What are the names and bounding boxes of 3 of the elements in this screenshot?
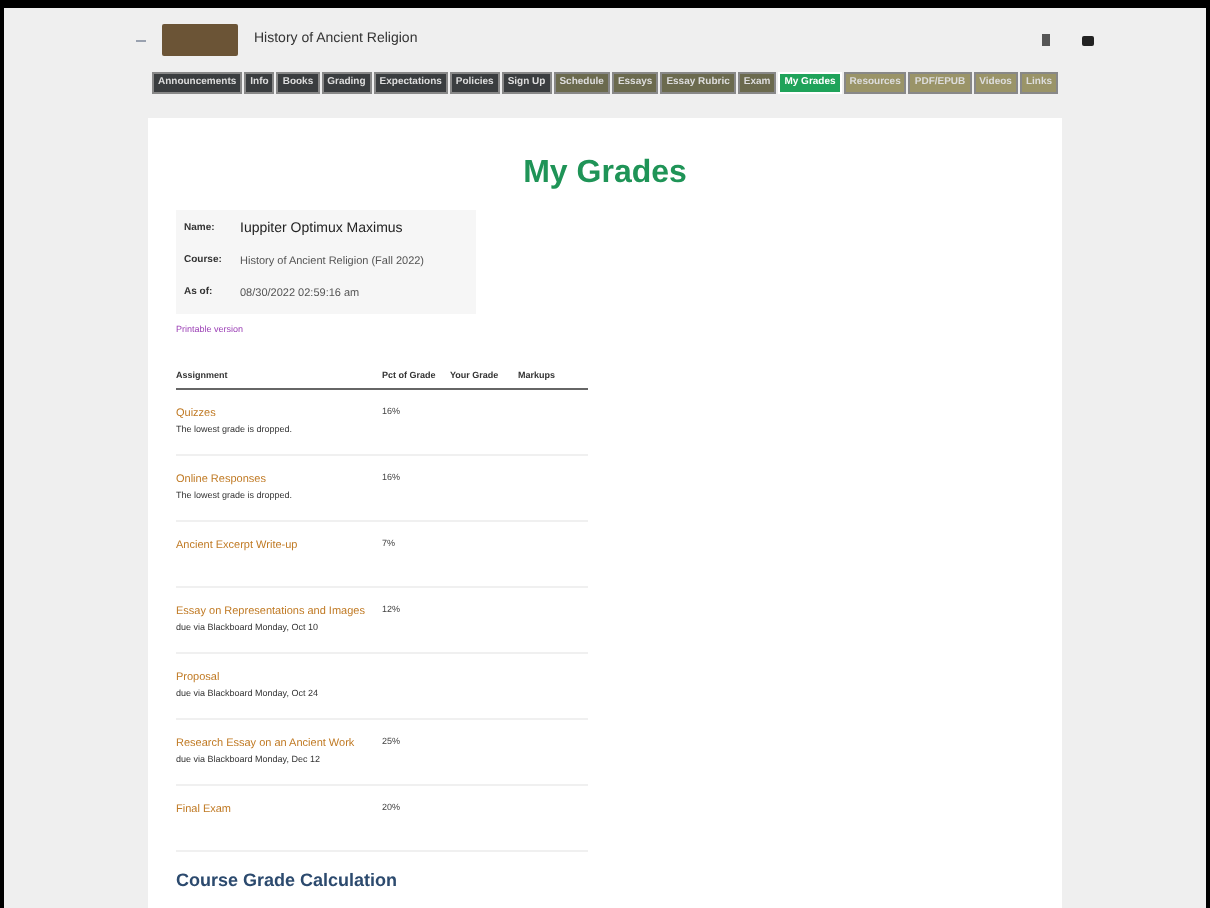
page-title: My Grades	[521, 154, 689, 194]
course-thumbnail	[162, 24, 238, 56]
section-title: Course Grade Calculation	[176, 867, 400, 893]
